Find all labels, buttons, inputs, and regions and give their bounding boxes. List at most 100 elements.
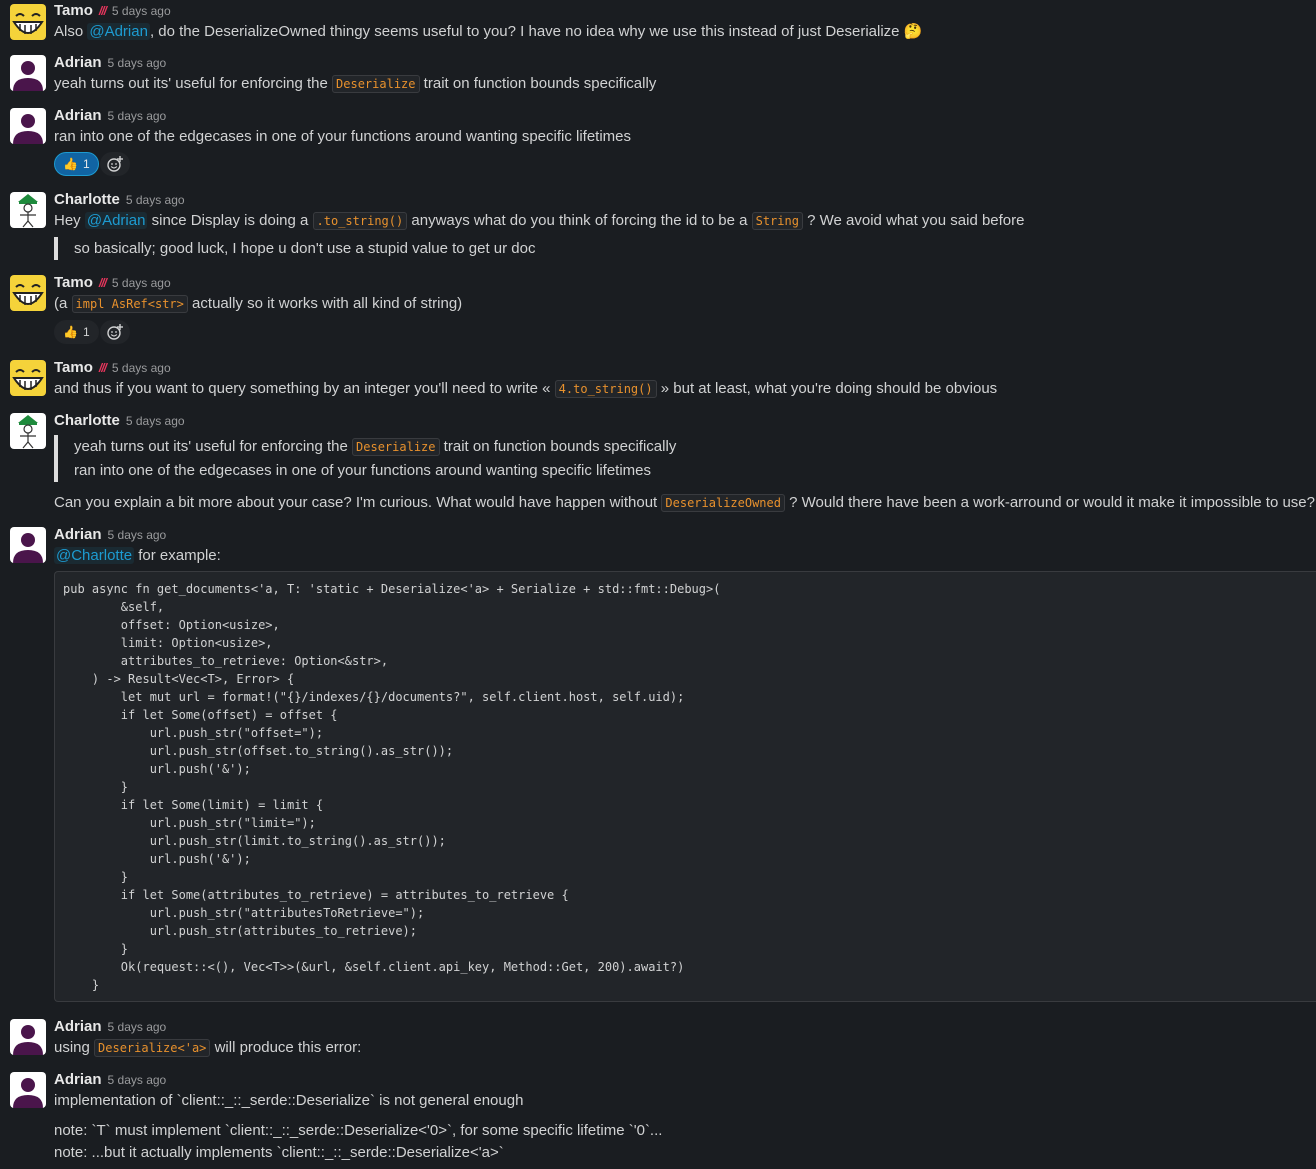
timestamp[interactable]: 5 days ago <box>112 276 171 290</box>
message-text: using Deserialize<'a> will produce this … <box>54 1039 362 1057</box>
message-text: yeah turns out its' useful for enforcing… <box>54 75 657 93</box>
author-name[interactable]: Tamo <box>54 359 93 376</box>
timestamp[interactable]: 5 days ago <box>108 109 167 123</box>
user-mention[interactable]: @Adrian <box>84 212 148 229</box>
block-quote: yeah turns out its' useful for enforcing… <box>54 435 676 482</box>
message-text: ran into one of the edgecases in one of … <box>54 128 632 145</box>
code-line: url.push('&'); <box>63 762 251 776</box>
code-line: url.push('&'); <box>63 852 251 866</box>
charlotte-avatar[interactable] <box>10 192 46 228</box>
person-icon <box>10 1019 46 1055</box>
inline-code: Deserialize<'a> <box>94 1039 211 1057</box>
author-name[interactable]: Adrian <box>54 107 102 124</box>
user-mention[interactable]: @Adrian <box>87 23 150 40</box>
timestamp[interactable]: 5 days ago <box>126 414 185 428</box>
tamo-avatar[interactable] <box>10 4 46 40</box>
timestamp[interactable]: 5 days ago <box>108 1073 167 1087</box>
author-name[interactable]: Adrian <box>54 1018 102 1035</box>
user-mention[interactable]: @Charlotte <box>54 547 135 564</box>
grinning-face-icon <box>10 4 46 40</box>
code-line: if let Some(attributes_to_retrieve) = at… <box>63 888 569 902</box>
add-emoji-icon <box>107 156 123 172</box>
code-line: url.push_str(limit.to_string().as_str())… <box>63 834 446 848</box>
person-icon <box>10 108 46 144</box>
author-name[interactable]: Tamo <box>54 274 93 291</box>
adrian-avatar[interactable] <box>10 108 46 144</box>
timestamp[interactable]: 5 days ago <box>112 4 171 18</box>
message-text: note: `T` must implement `client::_::_se… <box>54 1122 663 1139</box>
thumbs-up-icon: 👍 <box>63 325 78 339</box>
tamo-avatar[interactable] <box>10 275 46 311</box>
code-line: if let Some(limit) = limit { <box>63 798 324 812</box>
code-line: limit: Option<usize>, <box>63 636 273 650</box>
thinking-face-emoji: 🤔 <box>903 23 923 40</box>
code-line: url.push_str("limit="); <box>63 816 316 830</box>
adrian-avatar[interactable] <box>10 55 46 91</box>
stick-figure-icon <box>10 413 46 449</box>
grinning-face-icon <box>10 360 46 396</box>
code-line: url.push_str("attributesToRetrieve="); <box>63 906 425 920</box>
code-line: url.push_str("offset="); <box>63 726 324 740</box>
code-line: pub async fn get_documents<'a, T: 'stati… <box>63 582 721 596</box>
code-line: let mut url = format!("{}/indexes/{}/doc… <box>63 690 685 704</box>
inline-code: .to_string() <box>312 212 408 230</box>
stick-figure-icon <box>10 192 46 228</box>
add-reaction-button[interactable] <box>100 152 130 176</box>
message-text: note: ...but it actually implements `cli… <box>54 1144 504 1161</box>
code-line: Ok(request::<(), Vec<T>>(&url, &self.cli… <box>63 960 685 974</box>
author-name[interactable]: Tamo <box>54 2 93 19</box>
person-icon <box>10 527 46 563</box>
timestamp[interactable]: 5 days ago <box>108 528 167 542</box>
author-name[interactable]: Charlotte <box>54 412 120 429</box>
user-badge: /// <box>98 276 107 290</box>
inline-code: Deserialize <box>352 438 440 456</box>
add-emoji-icon <box>107 324 123 340</box>
code-line: } <box>63 780 129 794</box>
code-line: offset: Option<usize>, <box>63 618 280 632</box>
code-line: url.push_str(attributes_to_retrieve); <box>63 924 418 938</box>
grinning-face-icon <box>10 275 46 311</box>
inline-code: 4.to_string() <box>554 380 657 398</box>
inline-code: DeserializeOwned <box>661 494 785 512</box>
thumbs-up-reaction[interactable]: 👍 1 <box>54 152 99 176</box>
author-name[interactable]: Charlotte <box>54 191 120 208</box>
message-text: @Charlotte for example: <box>54 547 221 564</box>
author-name[interactable]: Adrian <box>54 526 102 543</box>
quote-line: yeah turns out its' useful for enforcing… <box>74 438 677 456</box>
reaction-count: 1 <box>82 325 90 339</box>
thumbs-up-icon: 👍 <box>63 157 78 171</box>
adrian-avatar[interactable] <box>10 1019 46 1055</box>
code-line: attributes_to_retrieve: Option<&str>, <box>63 654 389 668</box>
code-line: if let Some(offset) = offset { <box>63 708 338 722</box>
timestamp[interactable]: 5 days ago <box>112 361 171 375</box>
message-text: implementation of `client::_::_serde::De… <box>54 1092 524 1109</box>
user-badge: /// <box>98 4 107 18</box>
code-line: ) -> Result<Vec<T>, Error> { <box>63 672 295 686</box>
charlotte-avatar[interactable] <box>10 413 46 449</box>
timestamp[interactable]: 5 days ago <box>126 193 185 207</box>
inline-code: String <box>751 212 803 230</box>
quote-line: ran into one of the edgecases in one of … <box>74 462 652 479</box>
person-icon <box>10 1072 46 1108</box>
adrian-avatar[interactable] <box>10 527 46 563</box>
code-line: } <box>63 870 129 884</box>
reaction-count: 1 <box>82 157 90 171</box>
inline-code: impl AsRef<str> <box>71 295 188 313</box>
message-text: and thus if you want to query something … <box>54 380 998 398</box>
adrian-avatar[interactable] <box>10 1072 46 1108</box>
user-badge: /// <box>98 361 107 375</box>
thumbs-up-reaction[interactable]: 👍 1 <box>54 320 99 344</box>
add-reaction-button[interactable] <box>100 320 130 344</box>
tamo-avatar[interactable] <box>10 360 46 396</box>
timestamp[interactable]: 5 days ago <box>108 56 167 70</box>
code-line: &self, <box>63 600 165 614</box>
message-text: Hey @Adrian since Display is doing a .to… <box>54 212 1025 230</box>
code-line: } <box>63 942 129 956</box>
timestamp[interactable]: 5 days ago <box>108 1020 167 1034</box>
author-name[interactable]: Adrian <box>54 54 102 71</box>
author-name[interactable]: Adrian <box>54 1071 102 1088</box>
code-block[interactable]: pub async fn get_documents<'a, T: 'stati… <box>54 571 1316 1002</box>
message-text: Also @Adrian, do the DeserializeOwned th… <box>54 23 923 40</box>
block-quote: so basically; good luck, I hope u don't … <box>54 237 536 260</box>
code-line: } <box>63 978 100 992</box>
